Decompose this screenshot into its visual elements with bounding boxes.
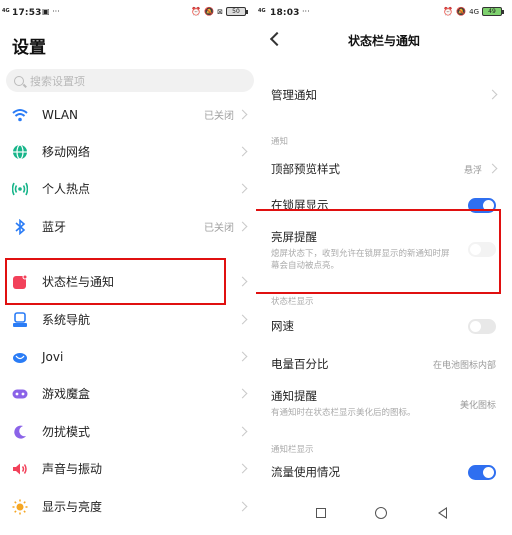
navigation-icon: [12, 311, 28, 328]
chevron-right-icon: [237, 351, 248, 362]
settings-item-sound[interactable]: 声音与振动: [0, 450, 256, 487]
item-label: 移动网络: [42, 145, 91, 159]
alarm-icon: ⏰: [443, 7, 454, 16]
network-speed-toggle[interactable]: [468, 319, 496, 334]
section-header-statusbar: 状态栏显示: [271, 297, 314, 307]
bluetooth-icon: [12, 218, 28, 235]
signal-icon: 4G: [2, 8, 10, 14]
item-label: WLAN: [42, 107, 79, 122]
settings-item-game-box[interactable]: 游戏魔盒: [0, 375, 256, 412]
item-label: 蓝牙: [42, 220, 67, 234]
network-icon: 4G: [469, 7, 479, 16]
chevron-right-icon: [237, 183, 248, 194]
gamepad-icon: [12, 386, 28, 402]
item-label: 顶部预览样式: [271, 162, 340, 176]
statusbar-notification-panel: 4G 18:03 ··· ⏰ 🔕 4G 49 状态栏与通知 管理通知 通知 顶部…: [256, 0, 512, 535]
mute-icon: 🔕: [204, 7, 215, 16]
chevron-right-icon: [237, 314, 248, 325]
globe-icon: [12, 143, 28, 160]
item-label: 显示与亮度: [42, 500, 103, 514]
section-header-notify: 通知: [271, 137, 289, 147]
chevron-right-icon: [237, 276, 248, 287]
item-label: 管理通知: [271, 88, 317, 102]
settings-panel: 4G 17:53 ▣ ··· ⏰ 🔕 ⊠ 50 设置 搜索设置项 WLAN 已关…: [0, 0, 256, 535]
moon-icon: [12, 424, 28, 440]
search-icon: [14, 75, 24, 86]
chevron-right-icon: [237, 426, 248, 437]
item-label: 个人热点: [42, 182, 91, 196]
status-time: 17:53: [12, 8, 42, 18]
navigation-bar: [256, 495, 512, 535]
network-speed-item[interactable]: 网速: [271, 318, 496, 334]
chevron-right-icon: [237, 501, 248, 512]
alarm-icon: ⏰: [191, 7, 202, 16]
section-header-notifybar: 通知栏显示: [271, 445, 314, 455]
item-label: 勿扰模式: [42, 425, 91, 439]
notification-hint-item[interactable]: 通知提醒 有通知时在状态栏显示美化后的图标。 美化图标: [271, 388, 496, 419]
wifi-icon: [12, 107, 28, 123]
settings-item-hotspot[interactable]: 个人热点: [0, 170, 256, 207]
home-circle-icon[interactable]: [375, 507, 387, 519]
sun-icon: [12, 499, 28, 515]
settings-item-mobile-network[interactable]: 移动网络: [0, 133, 256, 170]
item-value: 悬浮: [463, 166, 482, 176]
hotspot-icon: [12, 181, 28, 197]
status-bar: 4G 17:53 ▣ ··· ⏰ 🔕 ⊠ 50: [0, 0, 256, 26]
chevron-right-icon: [237, 221, 248, 232]
battery-icon: 50: [226, 7, 248, 16]
recents-square-icon[interactable]: [316, 508, 326, 518]
notification-dots-icon: ▣ ···: [42, 7, 60, 16]
settings-item-dnd[interactable]: 勿扰模式: [0, 413, 256, 450]
item-label: 游戏魔盒: [42, 387, 91, 401]
item-value: 已关闭: [204, 111, 234, 122]
item-value: 美化图标: [459, 401, 496, 411]
status-time: 18:03: [270, 8, 300, 18]
toggle-knob: [483, 467, 494, 478]
item-label: 流量使用情况: [271, 465, 340, 479]
settings-item-display[interactable]: 显示与亮度: [0, 488, 256, 525]
item-label: 声音与振动: [42, 462, 103, 476]
chevron-right-icon: [237, 146, 248, 157]
battery-percentage-item[interactable]: 电量百分比 在电池图标内部: [271, 356, 496, 372]
manage-notifications-item[interactable]: 管理通知: [271, 87, 498, 103]
item-label: 系统导航: [42, 313, 91, 327]
page-title: 状态栏与通知: [347, 34, 420, 48]
settings-item-system-navigation[interactable]: 系统导航: [0, 301, 256, 338]
item-label: Jovi: [42, 349, 64, 364]
mute-icon: 🔕: [456, 7, 467, 16]
top-preview-style-item[interactable]: 顶部预览样式 悬浮: [271, 161, 498, 177]
status-bar: 4G 18:03 ··· ⏰ 🔕 4G 49: [256, 0, 512, 26]
settings-item-bluetooth[interactable]: 蓝牙 已关闭: [0, 208, 256, 245]
signal-icon: 4G: [258, 8, 266, 14]
chevron-right-icon: [237, 463, 248, 474]
item-value: 在电池图标内部: [432, 361, 496, 371]
highlight-box: [5, 258, 226, 305]
settings-item-wlan[interactable]: WLAN 已关闭: [0, 96, 256, 133]
network-icon: ⊠: [217, 7, 223, 16]
item-label: 网速: [271, 319, 294, 333]
toggle-knob: [470, 321, 481, 332]
highlight-box: [256, 209, 501, 294]
data-usage-toggle[interactable]: [468, 465, 496, 480]
item-value: 已关闭: [204, 223, 234, 234]
back-triangle-icon[interactable]: [438, 507, 447, 519]
speaker-icon: [12, 461, 28, 477]
data-usage-item[interactable]: 流量使用情况: [271, 464, 496, 480]
search-placeholder: 搜索设置项: [30, 74, 85, 88]
search-input[interactable]: 搜索设置项: [6, 69, 254, 92]
chevron-right-icon: [237, 109, 248, 120]
chevron-right-icon: [237, 388, 248, 399]
settings-item-jovi[interactable]: Jovi: [0, 338, 256, 375]
notification-dots-icon: ···: [302, 7, 310, 16]
page-title: 设置: [12, 38, 46, 58]
jovi-icon: [12, 349, 28, 365]
battery-icon: 49: [482, 7, 504, 16]
